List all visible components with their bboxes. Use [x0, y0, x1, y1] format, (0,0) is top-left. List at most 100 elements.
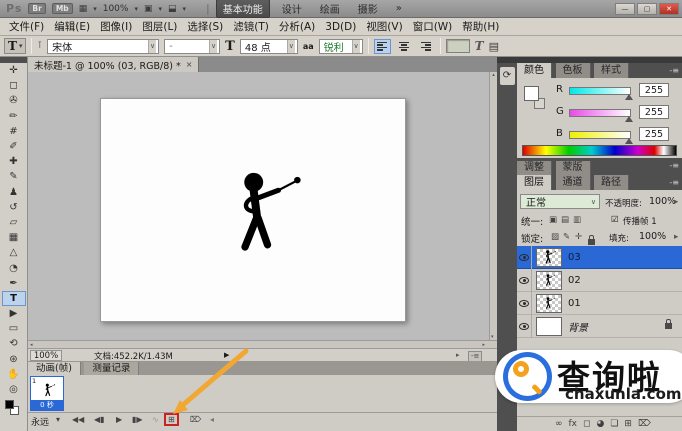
tool-dodge[interactable]: ◔	[2, 260, 26, 275]
status-scroll-right-icon[interactable]: ▸	[456, 351, 460, 359]
close-button[interactable]: ✕	[659, 3, 679, 15]
tool-move[interactable]: ✛	[2, 63, 26, 78]
layer-style-icon[interactable]: fx	[569, 419, 578, 429]
controls-scroll-left-icon[interactable]: ◂	[210, 415, 214, 424]
layer-row-02[interactable]: 02	[517, 269, 682, 292]
tool-clone-stamp[interactable]: ♟	[2, 185, 26, 200]
green-slider-thumb[interactable]	[625, 116, 633, 122]
text-orientation-icon[interactable]: ⊺	[37, 41, 42, 51]
tab-color[interactable]: 颜色	[517, 63, 552, 78]
anti-alias-select[interactable]: 锐利 ∨	[319, 39, 363, 54]
arrange-dropdown-icon[interactable]: ▾	[158, 5, 162, 13]
menu-select[interactable]: 选择(S)	[182, 19, 228, 34]
menu-edit[interactable]: 编辑(E)	[49, 19, 95, 34]
screen-mode-dropdown-icon[interactable]: ▾	[183, 5, 187, 13]
tab-masks[interactable]: 蒙版	[556, 161, 591, 175]
tool-crop[interactable]: #	[2, 124, 26, 139]
red-value-field[interactable]: 255	[639, 83, 669, 97]
blue-slider[interactable]	[569, 131, 631, 139]
bridge-button[interactable]: Br	[28, 3, 45, 15]
menu-filter[interactable]: 滤镜(T)	[228, 19, 274, 34]
menu-window[interactable]: 窗口(W)	[408, 19, 458, 34]
align-center-button[interactable]	[396, 39, 413, 54]
layer-name[interactable]: 背景	[568, 319, 588, 334]
layer-thumbnail[interactable]	[536, 248, 562, 267]
menu-3d[interactable]: 3D(D)	[320, 21, 361, 33]
layer-name[interactable]: 01	[568, 298, 581, 309]
vertical-scrollbar[interactable]: ▴ ▾	[489, 72, 497, 340]
layer-thumbnail[interactable]	[536, 271, 562, 290]
tool-path-selection[interactable]: ▶	[2, 306, 26, 321]
visibility-cell[interactable]	[517, 292, 532, 315]
status-flyout-icon[interactable]: ▶	[224, 351, 229, 359]
eye-icon[interactable]	[519, 300, 529, 307]
text-color-swatch[interactable]	[446, 39, 470, 53]
fill-value[interactable]: 100%	[639, 231, 666, 242]
layers-panel-menu-icon[interactable]: -≡	[669, 178, 679, 187]
tab-paths[interactable]: 路径	[594, 175, 629, 190]
type-tool-preset[interactable]: T ▾	[4, 38, 26, 54]
opacity-arrow-icon[interactable]: ▸	[674, 197, 678, 207]
red-slider-thumb[interactable]	[625, 94, 633, 100]
loop-selector[interactable]: 永远	[31, 415, 49, 428]
color-panel-menu-icon[interactable]: -≡	[669, 66, 679, 75]
tool-type[interactable]: T	[2, 291, 26, 306]
document-tab[interactable]: 未标题-1 @ 100% (03, RGB/8) * ×	[28, 57, 199, 72]
layer-mask-icon[interactable]: ◻	[583, 419, 590, 429]
lock-position-icon[interactable]: ✛	[575, 232, 582, 242]
play-button[interactable]: ▶	[116, 415, 122, 424]
tool-blur[interactable]: △	[2, 245, 26, 260]
blue-value-field[interactable]: 255	[639, 127, 669, 141]
arrange-documents-icon[interactable]: ▣	[144, 4, 153, 14]
tool-lasso[interactable]: ✇	[2, 93, 26, 108]
green-value-field[interactable]: 255	[639, 105, 669, 119]
fill-arrow-icon[interactable]: ▸	[674, 232, 678, 242]
workspace-painting[interactable]: 绘画	[314, 0, 346, 17]
animation-frame-1[interactable]: 1 0 秒	[30, 376, 64, 411]
layer-name[interactable]: 03	[568, 252, 581, 263]
menu-layer[interactable]: 图层(L)	[137, 19, 182, 34]
align-right-button[interactable]	[418, 39, 435, 54]
foreground-background-swatches[interactable]	[2, 399, 26, 417]
font-size-select[interactable]: 48 点 ∨	[240, 39, 298, 54]
blue-slider-thumb[interactable]	[625, 138, 633, 144]
tool-pen[interactable]: ✒	[2, 276, 26, 291]
layer-row-01[interactable]: 01	[517, 292, 682, 315]
visibility-cell[interactable]	[517, 246, 532, 269]
workspace-photography[interactable]: 摄影	[352, 0, 384, 17]
red-slider[interactable]	[569, 87, 631, 95]
tool-history-brush[interactable]: ↺	[2, 200, 26, 215]
tab-measurement-log[interactable]: 测量记录	[84, 362, 139, 376]
screen-mode-icon[interactable]: ⬓	[168, 4, 177, 14]
tab-adjustments[interactable]: 调整	[517, 161, 552, 175]
tool-zoom[interactable]: ◎	[2, 382, 26, 397]
layer-thumbnail[interactable]	[536, 294, 562, 313]
minimize-button[interactable]: —	[615, 3, 635, 15]
toggle-panels-icon[interactable]: ▤	[489, 40, 499, 53]
workspace-design[interactable]: 设计	[276, 0, 308, 17]
eye-icon[interactable]	[519, 323, 529, 330]
tool-rectangular-marquee[interactable]: ◻	[2, 78, 26, 93]
loop-dropdown-icon[interactable]: ▾	[56, 415, 60, 424]
propagate-frame-checkbox[interactable]: ☑	[611, 215, 619, 225]
eye-icon[interactable]	[519, 254, 529, 261]
tab-swatches[interactable]: 色板	[556, 63, 591, 78]
new-layer-icon[interactable]: ⊞	[624, 419, 632, 429]
tool-3d-rotate[interactable]: ⟲	[2, 336, 26, 351]
menu-image[interactable]: 图像(I)	[95, 19, 137, 34]
status-zoom-field[interactable]: 100%	[30, 350, 62, 361]
first-frame-button[interactable]: ◀◀	[72, 415, 84, 424]
opacity-value[interactable]: 100%	[649, 196, 676, 207]
align-left-button[interactable]	[374, 39, 391, 54]
tool-eraser[interactable]: ▱	[2, 215, 26, 230]
document-close-icon[interactable]: ×	[186, 60, 193, 69]
menu-analysis[interactable]: 分析(A)	[274, 19, 320, 34]
unify-position-icon[interactable]: ▣	[549, 215, 557, 225]
workspace-essentials[interactable]: 基本功能	[216, 0, 270, 18]
minibridge-button[interactable]: Mb	[52, 3, 73, 15]
menu-file[interactable]: 文件(F)	[4, 19, 49, 34]
tab-styles[interactable]: 样式	[594, 63, 629, 78]
tab-animation-frames[interactable]: 动画(帧)	[28, 362, 81, 376]
unify-visibility-icon[interactable]: ▤	[561, 215, 569, 225]
eye-icon[interactable]	[519, 277, 529, 284]
